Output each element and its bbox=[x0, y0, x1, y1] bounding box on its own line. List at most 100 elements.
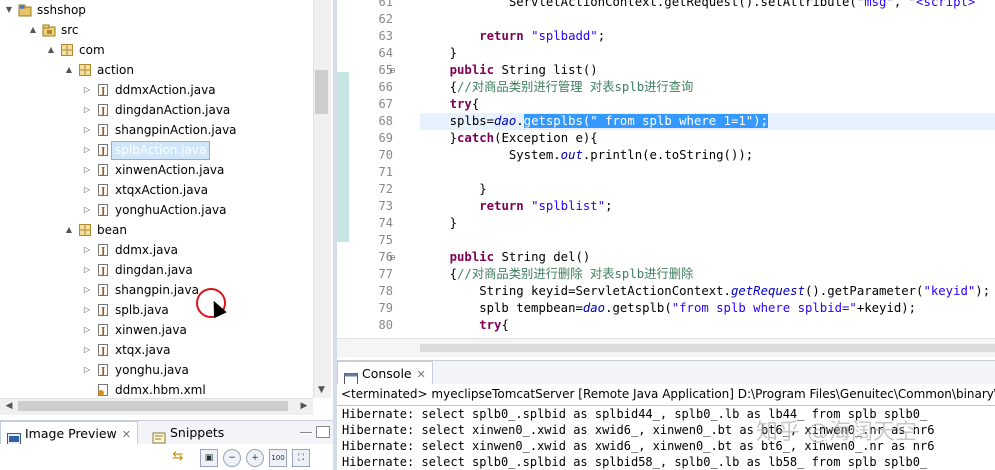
code-line[interactable]: 71 bbox=[337, 164, 995, 181]
tree-item-label: splbAction.java bbox=[111, 141, 211, 160]
tree-item-label: ddmx.hbm.xml bbox=[115, 383, 206, 397]
expand-arrow-icon[interactable]: ▷ bbox=[82, 240, 92, 260]
expand-arrow-icon[interactable]: ▷ bbox=[82, 120, 92, 140]
line-number: 80 bbox=[378, 318, 393, 332]
code-line[interactable]: 62 bbox=[337, 11, 995, 28]
code-line[interactable]: 77 {//对商品类别进行删除 对表splb进行删除 bbox=[337, 266, 995, 283]
scroll-left-arrow-icon[interactable]: ◀ bbox=[2, 399, 16, 413]
tree-item-label: dingdan.java bbox=[115, 263, 193, 277]
code-line[interactable]: 72 } bbox=[337, 181, 995, 198]
tree-item[interactable]: ▼ sshshop bbox=[0, 0, 313, 20]
tree-item[interactable]: ▲ src bbox=[0, 20, 313, 40]
code-line[interactable]: 67 try{ bbox=[337, 96, 995, 113]
expand-arrow-icon[interactable]: ▷ bbox=[82, 360, 92, 380]
minimize-icon[interactable] bbox=[300, 432, 312, 434]
tree-item[interactable]: ▷ JxinwenAction.java bbox=[0, 160, 313, 180]
collapse-arrow-icon[interactable]: ▼ bbox=[4, 0, 14, 20]
code-line[interactable]: 73 return "splblist"; bbox=[337, 198, 995, 215]
expand-arrow-icon[interactable]: ▷ bbox=[82, 200, 92, 220]
tree-item[interactable]: ▷ Jddmx.java bbox=[0, 240, 313, 260]
xml-file-icon bbox=[96, 383, 110, 397]
code-line[interactable]: 80 try{ bbox=[337, 317, 995, 334]
tree-item[interactable]: ▷ Jxtqx.java bbox=[0, 340, 313, 360]
tree-item[interactable]: ▷ JsplbAction.java bbox=[0, 140, 313, 160]
code-line[interactable]: 61 ServletActionContext.getRequest().set… bbox=[337, 0, 995, 11]
fold-toggle-icon[interactable]: ⊖ bbox=[389, 249, 396, 266]
expand-arrow-icon[interactable]: ▷ bbox=[82, 340, 92, 360]
expand-arrow-icon[interactable]: ▷ bbox=[82, 100, 92, 120]
explorer-horizontal-scroll-thumb[interactable] bbox=[18, 401, 288, 411]
tree-item[interactable]: ▷ JyonghuAction.java bbox=[0, 200, 313, 220]
fit-image-icon[interactable]: ▣ bbox=[200, 449, 218, 467]
actual-size-icon[interactable]: 100 bbox=[269, 449, 287, 467]
code-line[interactable]: 74 } bbox=[337, 215, 995, 232]
expand-arrow-icon[interactable]: ▷ bbox=[82, 300, 92, 320]
tree-item[interactable]: ▷ Jsplb.java bbox=[0, 300, 313, 320]
code-line[interactable]: 78 String keyid=ServletActionContext.get… bbox=[337, 283, 995, 300]
expand-arrow-icon[interactable]: ▷ bbox=[82, 80, 92, 100]
tree-item[interactable]: ▷ Jdingdan.java bbox=[0, 260, 313, 280]
tree-item[interactable]: ▷ Jshangpin.java bbox=[0, 280, 313, 300]
code-text: }catch(Exception e){ bbox=[420, 131, 598, 145]
tree-item[interactable]: ▷ JshangpinAction.java bbox=[0, 120, 313, 140]
collapse-arrow-icon[interactable]: ▲ bbox=[64, 220, 74, 240]
code-line[interactable]: 69 }catch(Exception e){ bbox=[337, 130, 995, 147]
svg-text:J: J bbox=[100, 147, 105, 157]
tab-snippets[interactable]: Snippets bbox=[146, 421, 230, 445]
tree-item[interactable]: ▲ com bbox=[0, 40, 313, 60]
tree-item[interactable]: ▲ bean bbox=[0, 220, 313, 240]
java-file-icon: J bbox=[96, 263, 110, 277]
zoom-in-icon[interactable]: + bbox=[246, 449, 264, 467]
editor-horizontal-scroll-thumb[interactable] bbox=[420, 344, 995, 352]
scroll-right-arrow-icon[interactable]: ▶ bbox=[297, 399, 311, 413]
code-line[interactable]: 76 ⊖ public String del() bbox=[337, 249, 995, 266]
code-text: ServletActionContext.getRequest().setAtt… bbox=[420, 0, 976, 9]
tree-item[interactable]: ddmx.hbm.xml bbox=[0, 380, 313, 400]
line-number: 75 bbox=[378, 233, 393, 247]
tab-console[interactable]: Console ✕ bbox=[337, 361, 433, 386]
tree-item[interactable]: ▷ JxtqxAction.java bbox=[0, 180, 313, 200]
svg-text:J: J bbox=[100, 107, 105, 117]
expand-arrow-icon[interactable]: ▷ bbox=[82, 260, 92, 280]
tree-item[interactable]: ▷ JdingdanAction.java bbox=[0, 100, 313, 120]
collapse-arrow-icon[interactable]: ▲ bbox=[46, 40, 56, 60]
line-number: 62 bbox=[378, 12, 393, 26]
tree-item-label: dingdanAction.java bbox=[115, 103, 231, 117]
line-number: 64 bbox=[378, 46, 393, 60]
tree-item-label: shangpinAction.java bbox=[115, 123, 237, 137]
tree-item[interactable]: ▷ Jxinwen.java bbox=[0, 320, 313, 340]
code-line[interactable]: 75 bbox=[337, 232, 995, 249]
tree-item-label: xinwenAction.java bbox=[115, 163, 225, 177]
expand-arrow-icon[interactable]: ▷ bbox=[82, 140, 92, 160]
tree-item[interactable]: ▲ action bbox=[0, 60, 313, 80]
explorer-vertical-scroll-thumb[interactable] bbox=[315, 70, 328, 114]
sync-icon[interactable]: ⇆ bbox=[170, 449, 186, 465]
fold-toggle-icon[interactable]: ⊖ bbox=[389, 62, 396, 79]
zoom-out-icon[interactable]: − bbox=[223, 449, 241, 467]
expand-arrow-icon[interactable]: ▷ bbox=[82, 180, 92, 200]
scroll-down-arrow-icon[interactable]: ▼ bbox=[313, 383, 330, 398]
expand-arrow-icon[interactable]: ▷ bbox=[82, 280, 92, 300]
code-editor[interactable]: 61 ServletActionContext.getRequest().set… bbox=[337, 0, 995, 356]
tree-item[interactable]: ▷ JddmxAction.java bbox=[0, 80, 313, 100]
fit-window-icon[interactable]: ⛶ bbox=[292, 449, 310, 467]
code-line[interactable]: 64 } bbox=[337, 45, 995, 62]
collapse-arrow-icon[interactable]: ▲ bbox=[64, 60, 74, 80]
code-line[interactable]: 65 ⊖ public String list() bbox=[337, 62, 995, 79]
explorer-vertical-scrollbar[interactable] bbox=[313, 0, 331, 398]
code-line[interactable]: 66 {//对商品类别进行管理 对表splb进行查询 bbox=[337, 79, 995, 96]
tab-image-preview[interactable]: Image Preview ✕ bbox=[0, 421, 138, 446]
tree-item[interactable]: ▷ Jyonghu.java bbox=[0, 360, 313, 380]
java-file-icon: J bbox=[96, 123, 110, 137]
maximize-icon[interactable] bbox=[316, 426, 330, 438]
code-line[interactable]: 68 splbs=dao.getsplbs(" from splb where … bbox=[337, 113, 995, 130]
collapse-arrow-icon[interactable]: ▲ bbox=[28, 20, 38, 40]
expand-arrow-icon[interactable]: ▷ bbox=[82, 320, 92, 340]
code-line[interactable]: 63 return "splbadd"; bbox=[337, 28, 995, 45]
svg-text:J: J bbox=[100, 187, 105, 197]
line-number: 66 bbox=[378, 80, 393, 94]
java-file-icon: J bbox=[96, 363, 110, 377]
code-line[interactable]: 70 System.out.println(e.toString()); bbox=[337, 147, 995, 164]
code-line[interactable]: 79 splb tempbean=dao.getsplb("from splb … bbox=[337, 300, 995, 317]
expand-arrow-icon[interactable]: ▷ bbox=[82, 160, 92, 180]
